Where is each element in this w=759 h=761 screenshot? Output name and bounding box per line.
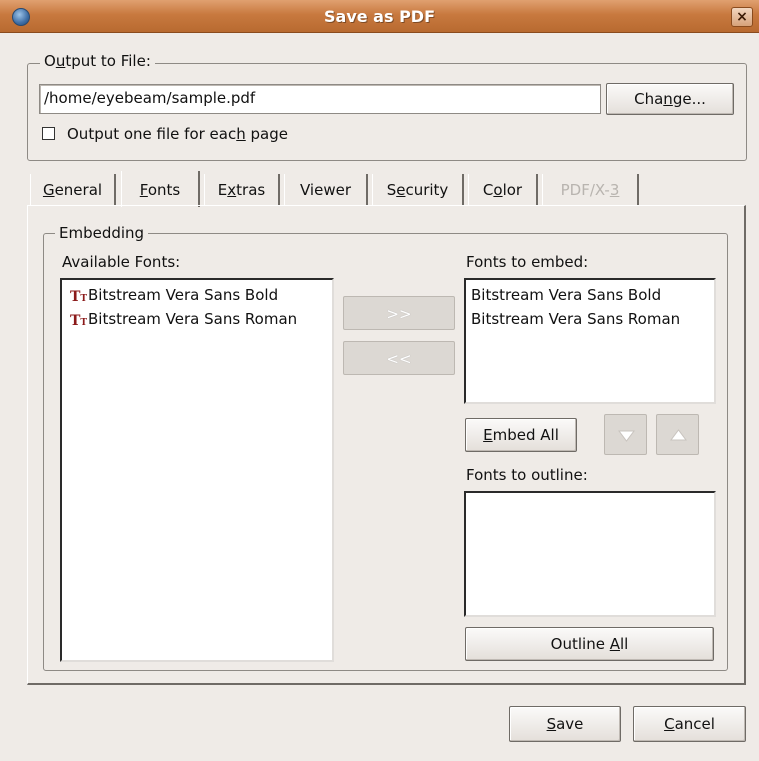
move-up-button[interactable] [656,414,699,455]
list-item[interactable]: TTBitstream Vera Sans Roman [70,309,297,332]
arrow-up-icon [670,429,687,441]
embed-all-button[interactable]: Embed All [465,418,577,452]
file-path-input[interactable]: /home/eyebeam/sample.pdf [39,84,601,114]
tab-fonts[interactable]: Fonts [121,171,200,207]
truetype-font-icon: TT [70,289,88,305]
move-down-button[interactable] [604,414,647,455]
output-frame-label: Output to File: [40,52,155,70]
fonts-to-outline-list[interactable] [464,491,716,617]
close-button[interactable]: × [731,7,753,27]
tab-general[interactable]: General [30,174,116,206]
fonts-to-embed-list[interactable]: Bitstream Vera Sans Bold Bitstream Vera … [464,278,716,404]
fonts-to-outline-label: Fonts to outline: [466,466,588,484]
add-to-embed-button[interactable]: >> [343,296,455,330]
tab-viewer[interactable]: Viewer [284,174,368,206]
list-item[interactable]: Bitstream Vera Sans Roman [471,309,680,329]
truetype-font-icon: TT [70,313,88,329]
remove-from-embed-button[interactable]: << [343,341,455,375]
cancel-button[interactable]: Cancel [633,706,746,742]
available-fonts-list[interactable]: TTBitstream Vera Sans Bold TTBitstream V… [60,278,334,662]
tab-color[interactable]: Color [468,174,538,206]
list-item[interactable]: Bitstream Vera Sans Bold [471,285,661,305]
change-button[interactable]: Change... [606,83,734,115]
tab-pdfx3[interactable]: PDF/X-3 [542,174,639,206]
window-title: Save as PDF [324,7,435,26]
tab-extras[interactable]: Extras [204,174,280,206]
outline-all-button[interactable]: Outline All [465,627,714,661]
available-fonts-label: Available Fonts: [62,253,181,271]
embedding-frame-label: Embedding [55,224,149,242]
fonts-to-embed-label: Fonts to embed: [466,253,589,271]
arrow-down-icon [618,430,635,442]
tab-security[interactable]: Security [372,174,464,206]
one-file-checkbox[interactable] [42,127,55,140]
list-item[interactable]: TTBitstream Vera Sans Bold [70,285,278,308]
save-button[interactable]: Save [509,706,621,742]
one-file-label[interactable]: Output one file for each page [67,124,288,144]
